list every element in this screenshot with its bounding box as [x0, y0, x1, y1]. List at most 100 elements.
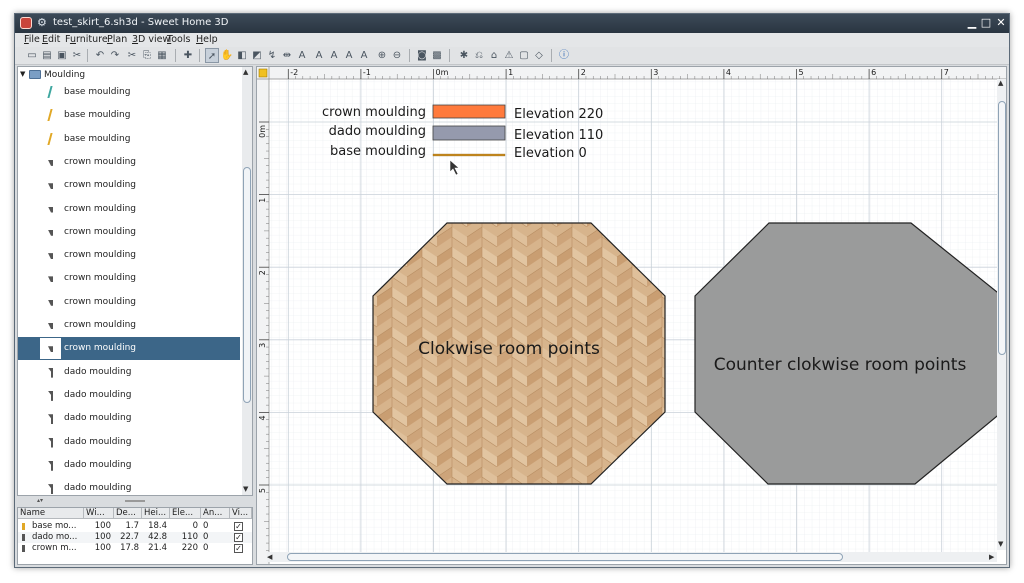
plan-vertical-scrollbar[interactable]: ▲ ▼	[997, 79, 1006, 550]
catalog-item[interactable]: crown moulding	[18, 267, 240, 290]
scroll-right-icon[interactable]: ▶	[989, 553, 994, 561]
column-header[interactable]: Hei...	[142, 508, 170, 519]
paste-icon[interactable]: ▦	[155, 48, 169, 63]
select-mode-icon[interactable]: ➚	[205, 48, 219, 63]
catalog-item[interactable]: dado moulding	[18, 454, 240, 477]
catalog-item[interactable]: dado moulding	[18, 431, 240, 454]
menu-plan[interactable]: Plan	[107, 34, 127, 45]
plugin-tool-icon[interactable]: ✱	[457, 48, 471, 63]
catalog-item[interactable]: crown moulding	[18, 174, 240, 197]
scroll-left-icon[interactable]: ◀	[267, 553, 272, 561]
catalog-item[interactable]: dado moulding	[18, 361, 240, 384]
expand-arrow-icon[interactable]: ▼	[20, 70, 25, 78]
add-furniture-icon[interactable]: ✚	[181, 48, 195, 63]
catalog-item[interactable]: crown moulding	[18, 337, 240, 361]
plugin-tool-icon[interactable]: ▢	[517, 48, 531, 63]
undo-icon[interactable]: ↶	[93, 48, 107, 63]
moulding-swatch[interactable]	[432, 153, 506, 157]
scrollbar-thumb[interactable]	[287, 553, 843, 561]
scrollbar-thumb[interactable]	[998, 101, 1006, 355]
cut-item-icon[interactable]: ✂	[125, 48, 139, 63]
column-header[interactable]: Name	[18, 508, 84, 519]
catalog-item[interactable]: crown moulding	[18, 198, 240, 221]
catalog-item[interactable]: crown moulding	[18, 221, 240, 244]
room-label: Clokwise room points	[418, 339, 600, 359]
menu-tools[interactable]: Tools	[167, 34, 190, 45]
catalog-item[interactable]: base moulding	[18, 128, 240, 151]
close-button[interactable]: ✕	[994, 15, 1008, 31]
increase-text-icon[interactable]: A	[357, 48, 371, 63]
catalog-item[interactable]: crown moulding	[18, 244, 240, 267]
menu-furniture[interactable]: Furniture	[65, 34, 108, 45]
pan-mode-icon[interactable]: ✋	[220, 48, 234, 63]
minimize-button[interactable]: ▁	[965, 15, 979, 31]
help-icon[interactable]: ⓘ	[557, 48, 571, 63]
scroll-down-icon[interactable]: ▼	[243, 485, 248, 493]
scroll-up-icon[interactable]: ▲	[243, 68, 248, 76]
maximize-button[interactable]: □	[979, 15, 993, 31]
catalog-scrollbar[interactable]: ▲ ▼	[242, 67, 252, 495]
text-style-icon[interactable]: A	[312, 48, 326, 63]
copy-icon[interactable]: ⎘	[140, 48, 154, 63]
ruler-corner-icon[interactable]	[258, 68, 268, 78]
menu-edit[interactable]: Edit	[42, 34, 60, 45]
zoom-out-icon[interactable]: ⊖	[390, 48, 404, 63]
plan-view[interactable]: -2 -1 0m 1 2 3 4 5 6 7 0m 1 2 3 4 5 crown moulding Eleva…	[256, 66, 1007, 565]
dado-moulding-icon	[40, 432, 61, 453]
scroll-down-icon[interactable]: ▼	[998, 540, 1003, 548]
italic-text-icon[interactable]: A	[342, 48, 356, 63]
menu-3d-view[interactable]: 3D view	[132, 34, 170, 45]
visible-checkbox[interactable]: ✓	[234, 522, 243, 531]
create-walls-icon[interactable]: ◧	[235, 48, 249, 63]
catalog-item[interactable]: crown moulding	[18, 291, 240, 314]
plugin-tool-icon[interactable]: ◇	[532, 48, 546, 63]
plan-canvas[interactable]: -2 -1 0m 1 2 3 4 5 6 7 0m 1 2 3 4 5 crown moulding Eleva…	[257, 67, 1007, 565]
gear-icon[interactable]: ⚙	[37, 16, 47, 29]
add-text-icon[interactable]: A	[295, 48, 309, 63]
open-icon[interactable]: ▤	[40, 48, 54, 63]
moulding-swatch[interactable]	[432, 104, 506, 119]
create-rooms-icon[interactable]: ◩	[250, 48, 264, 63]
cut-icon[interactable]: ✂	[70, 48, 84, 63]
redo-icon[interactable]: ↷	[108, 48, 122, 63]
create-dimensions-icon[interactable]: ⇹	[280, 48, 294, 63]
create-video-icon[interactable]: ▩	[430, 48, 444, 63]
legend-elevation: Elevation 0	[514, 146, 587, 161]
dado-moulding-icon	[40, 362, 61, 383]
menu-file[interactable]: File	[24, 34, 40, 45]
zoom-in-icon[interactable]: ⊕	[375, 48, 389, 63]
panel-splitter[interactable]: ▴▾	[17, 497, 253, 507]
scrollbar-thumb[interactable]	[243, 167, 251, 403]
catalog-item[interactable]: base moulding	[18, 81, 240, 104]
visible-checkbox[interactable]: ✓	[234, 544, 243, 553]
plugin-tool-icon[interactable]: ⌂	[487, 48, 501, 63]
catalog-item[interactable]: crown moulding	[18, 151, 240, 174]
catalog-item[interactable]: dado moulding	[18, 407, 240, 430]
plan-horizontal-scrollbar[interactable]: ◀ ▶	[267, 552, 997, 562]
catalog-item[interactable]: dado moulding	[18, 477, 240, 495]
bold-text-icon[interactable]: A	[327, 48, 341, 63]
catalog-item[interactable]: dado moulding	[18, 384, 240, 407]
column-header[interactable]: Wi...	[84, 508, 114, 519]
crown-moulding-icon	[40, 292, 61, 313]
visible-checkbox[interactable]: ✓	[234, 533, 243, 542]
create-photo-icon[interactable]: ◙	[415, 48, 429, 63]
scroll-up-icon[interactable]: ▲	[998, 79, 1003, 87]
catalog-item[interactable]: crown moulding	[18, 314, 240, 337]
room-counter-clockwise[interactable]	[694, 222, 1003, 485]
title-bar[interactable]: ⚙ test_skirt_6.sh3d - Sweet Home 3D ▁ □ …	[15, 14, 1009, 33]
new-home-icon[interactable]: ▭	[25, 48, 39, 63]
menu-help[interactable]: Help	[196, 34, 218, 45]
catalog-item[interactable]: base moulding	[18, 104, 240, 127]
column-header[interactable]: Vi...	[230, 508, 252, 519]
column-header[interactable]: Ele...	[170, 508, 201, 519]
plugin-tool-icon[interactable]: ⎌	[472, 48, 486, 63]
catalog-item-label: crown moulding	[64, 343, 136, 354]
column-header[interactable]: De...	[114, 508, 142, 519]
create-polylines-icon[interactable]: ↯	[265, 48, 279, 63]
plugin-tool-icon[interactable]: ⚠	[502, 48, 516, 63]
furniture-catalog-tree: ▼ Moulding base moulding base moulding bas…	[17, 66, 253, 496]
column-header[interactable]: An...	[201, 508, 230, 519]
save-icon[interactable]: ▣	[55, 48, 69, 63]
moulding-swatch[interactable]	[432, 125, 506, 141]
